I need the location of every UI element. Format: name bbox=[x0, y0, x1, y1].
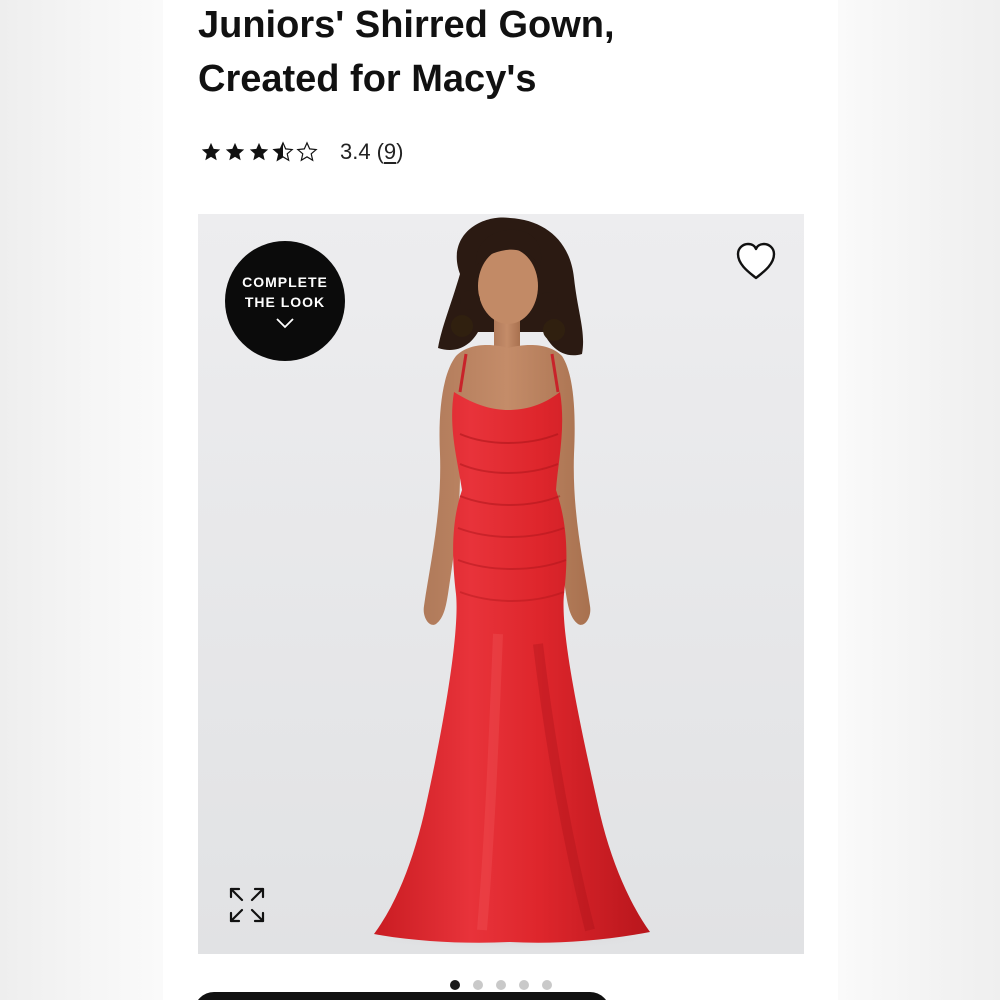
star-filled-icon bbox=[249, 142, 269, 161]
review-count-link[interactable]: (9) bbox=[377, 139, 404, 165]
image-pagination bbox=[450, 980, 552, 990]
background-left bbox=[0, 0, 163, 1000]
review-count-open: ( bbox=[376, 139, 384, 164]
product-title-line-2: Created for Macy's bbox=[198, 58, 537, 100]
star-half-icon bbox=[272, 141, 294, 162]
pagination-dot-1[interactable] bbox=[450, 980, 460, 990]
complete-the-look-button[interactable]: COMPLETE THE LOOK bbox=[225, 241, 345, 361]
product-title: Juniors' Shirred Gown, Created for Macy'… bbox=[198, 0, 818, 106]
chevron-down-icon bbox=[276, 318, 294, 329]
complete-the-look-line-2: THE LOOK bbox=[244, 294, 326, 310]
complete-the-look-line-1: COMPLETE bbox=[242, 274, 328, 290]
pagination-dot-5[interactable] bbox=[542, 980, 552, 990]
star-empty-icon bbox=[296, 141, 318, 162]
rating-stars bbox=[200, 141, 320, 163]
rating-value: 3.4 bbox=[340, 139, 371, 164]
pagination-dot-4[interactable] bbox=[519, 980, 529, 990]
product-page: Juniors' Shirred Gown, Created for Macy'… bbox=[163, 0, 838, 1000]
pagination-dot-2[interactable] bbox=[473, 980, 483, 990]
star-filled-icon bbox=[225, 142, 245, 161]
bottom-action-bar[interactable] bbox=[194, 992, 610, 1000]
product-image[interactable]: COMPLETE THE LOOK bbox=[198, 214, 804, 954]
product-rating: 3.4 (9) bbox=[200, 136, 404, 168]
review-count-number: 9 bbox=[383, 139, 397, 164]
screen: Juniors' Shirred Gown, Created for Macy'… bbox=[0, 0, 1000, 1000]
review-count-close: ) bbox=[396, 139, 404, 164]
product-title-line-1: Juniors' Shirred Gown, bbox=[198, 4, 615, 46]
background-right bbox=[838, 0, 1000, 1000]
pagination-dot-3[interactable] bbox=[496, 980, 506, 990]
heart-outline-icon[interactable] bbox=[734, 240, 778, 282]
star-filled-icon bbox=[201, 142, 221, 161]
expand-arrows-icon[interactable] bbox=[226, 884, 268, 926]
